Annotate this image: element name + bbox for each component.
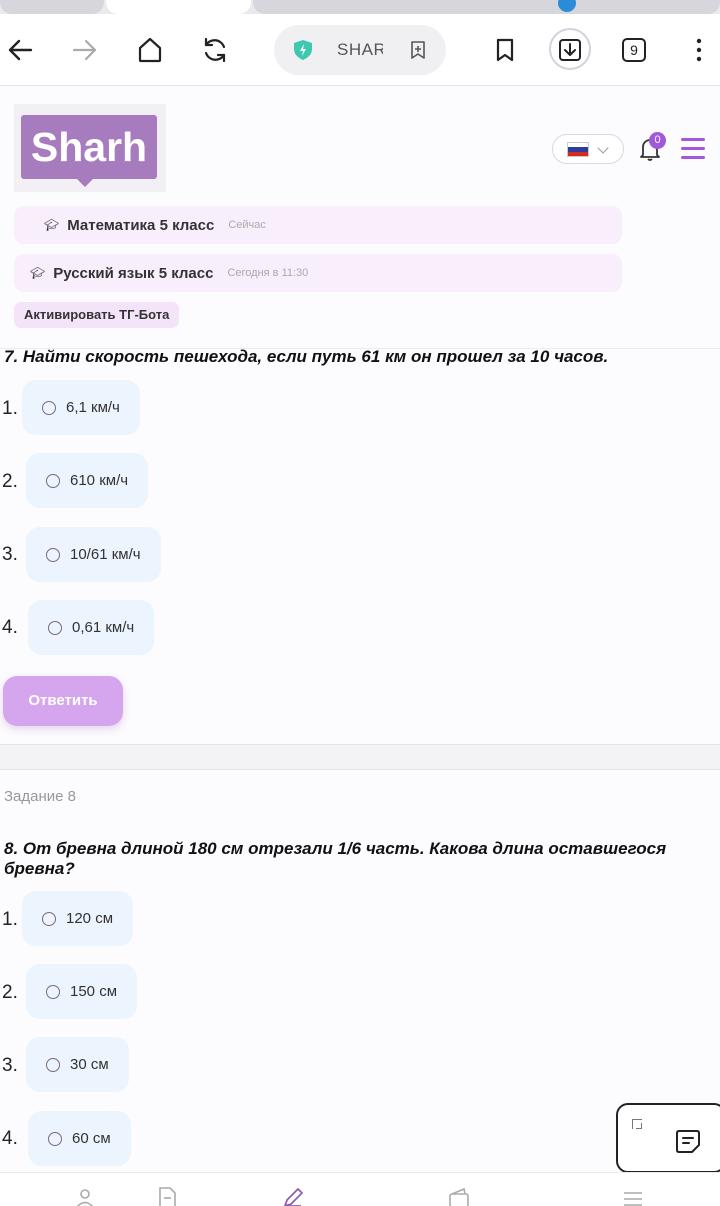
answer-option[interactable]: 610 км/ч [26,453,149,508]
browser-tab-active[interactable] [106,0,251,14]
answer-option[interactable]: 120 см [22,891,134,946]
answer-text: 30 см [70,1056,109,1073]
shield-icon [292,39,314,61]
chevron-down-icon [597,142,609,154]
radio-icon[interactable] [48,1131,62,1146]
activate-tg-bot-button[interactable]: Активировать ТГ-Бота [14,302,180,328]
expand-icon-inner [636,1123,642,1129]
wallet-icon[interactable] [448,1187,470,1206]
graduation-cap-icon: 🎓︎ [44,218,60,232]
answer-option[interactable]: 10/61 км/ч [26,527,161,582]
profile-icon[interactable] [74,1187,96,1206]
radio-icon[interactable] [48,620,62,635]
pencil-icon[interactable] [282,1187,304,1206]
task-label: Задание 8 [4,788,77,805]
radio-icon[interactable] [46,473,60,488]
section-divider [0,744,720,770]
bookmark-icon[interactable] [487,32,523,68]
logo-container[interactable]: Sharh [14,104,166,192]
submit-button[interactable]: Ответить [3,676,123,726]
notification-course: Русский язык 5 класс [53,264,214,282]
notification-time: Сейчас [228,219,266,231]
answer-text: 60 см [72,1130,111,1147]
notification-item[interactable]: 🎓︎ Математика 5 класс Сейчас [14,206,622,244]
answer-option[interactable]: 30 см [26,1037,129,1092]
answer-number: 1. [2,909,18,930]
back-icon[interactable] [2,32,38,68]
russian-flag-icon [567,142,589,157]
answer-number: 3. [2,544,18,565]
logo-tail [76,178,94,187]
notification-course: Математика 5 класс [67,216,215,234]
browser-tab[interactable] [0,0,104,14]
radio-icon[interactable] [46,984,60,999]
answer-number: 1. [2,398,18,419]
answer-text: 150 см [70,983,118,1000]
question-text: 7. Найти скорость пешехода, если путь 61… [4,347,609,366]
answer-number: 4. [2,1128,18,1149]
radio-icon[interactable] [46,547,60,562]
answer-number: 2. [2,471,18,492]
browser-tab[interactable] [253,0,720,14]
radio-icon[interactable] [46,1057,60,1072]
home-icon[interactable] [132,32,168,68]
answer-text: 120 см [66,910,114,927]
answer-option[interactable]: 0,61 км/ч [28,600,155,655]
answer-option[interactable]: 6,1 км/ч [22,380,140,435]
forward-icon[interactable] [67,32,103,68]
document-icon[interactable] [156,1187,178,1206]
language-selector[interactable] [552,134,624,164]
download-icon[interactable] [552,32,588,68]
answer-option[interactable]: 150 см [26,964,138,1019]
url-bar[interactable]: SHAR [274,25,446,75]
tab-count-button[interactable]: 9 [622,38,646,62]
answer-text: 610 км/ч [70,472,129,489]
menu-icon[interactable] [681,138,705,160]
add-bookmark-icon[interactable] [408,40,428,60]
reload-icon[interactable] [197,32,233,68]
bottom-nav [0,1172,720,1206]
url-text[interactable]: SHAR [337,40,383,60]
radio-icon[interactable] [42,911,56,926]
logo[interactable]: Sharh [21,115,157,179]
answer-option[interactable]: 60 см [28,1111,131,1166]
browser-toolbar: SHAR 9 [0,14,720,86]
site-page: Sharh 0 🎓︎ Математика 5 класс Сейчас 🎓︎ … [0,86,720,1206]
graduation-cap-icon: 🎓︎ [30,266,46,280]
chat-widget[interactable] [616,1103,720,1173]
notification-badge: 0 [649,132,666,149]
answer-text: 6,1 км/ч [66,399,120,416]
browser-tab-strip [0,0,720,14]
answer-text: 0,61 км/ч [72,619,135,636]
notification-time: Сегодня в 11:30 [227,267,309,279]
answer-number: 4. [2,617,18,638]
answer-text: 10/61 км/ч [70,546,141,563]
answer-number: 2. [2,982,18,1003]
list-icon[interactable] [622,1187,644,1206]
answer-number: 3. [2,1055,18,1076]
radio-icon[interactable] [42,400,56,415]
chat-icon[interactable] [674,1127,702,1155]
notification-item[interactable]: 🎓︎ Русский язык 5 класс Сегодня в 11:30 [14,254,622,292]
more-icon[interactable] [681,32,717,68]
question-text: 8. От бревна длиной 180 см отрезали 1/6 … [4,839,667,878]
